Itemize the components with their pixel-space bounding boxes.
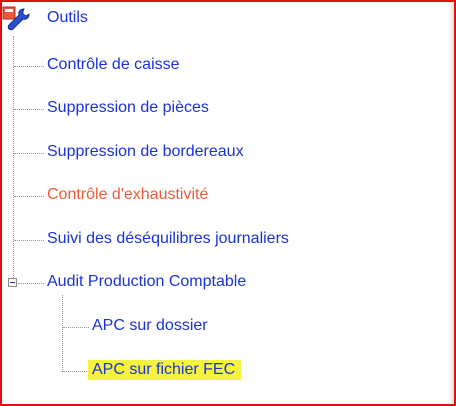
tree-connector (14, 66, 44, 67)
tree-panel: Outils Contrôle de caisse Suppression de… (0, 0, 456, 406)
tree-item-controle-caisse[interactable]: Contrôle de caisse (47, 55, 180, 75)
tree-connector (18, 283, 44, 284)
tree-item-controle-exhaustivite[interactable]: Contrôle d'exhaustivité (47, 185, 208, 205)
collapse-toggle-icon[interactable] (8, 278, 17, 287)
tree-root-outils[interactable]: Outils (47, 9, 88, 27)
tree-item-apc-fichier-fec[interactable]: APC sur fichier FEC (88, 360, 242, 380)
tree-connector (14, 153, 44, 154)
tree-connector (14, 240, 44, 241)
tree-connector (63, 327, 89, 328)
tree-item-suppression-pieces[interactable]: Suppression de pièces (47, 98, 209, 118)
tools-icon[interactable] (2, 4, 32, 32)
tree-connector (14, 196, 44, 197)
tree-branch-line (62, 295, 63, 372)
tree-connector (63, 371, 89, 372)
tree-item-audit-production-comptable[interactable]: Audit Production Comptable (47, 272, 246, 292)
tree-trunk-line (13, 36, 14, 278)
tree-item-suivi-desequilibres[interactable]: Suivi des déséquilibres journaliers (47, 229, 289, 249)
tree-connector (14, 109, 44, 110)
tree-item-suppression-bordereaux[interactable]: Suppression de bordereaux (47, 142, 244, 162)
tree-item-apc-dossier[interactable]: APC sur dossier (92, 316, 208, 336)
